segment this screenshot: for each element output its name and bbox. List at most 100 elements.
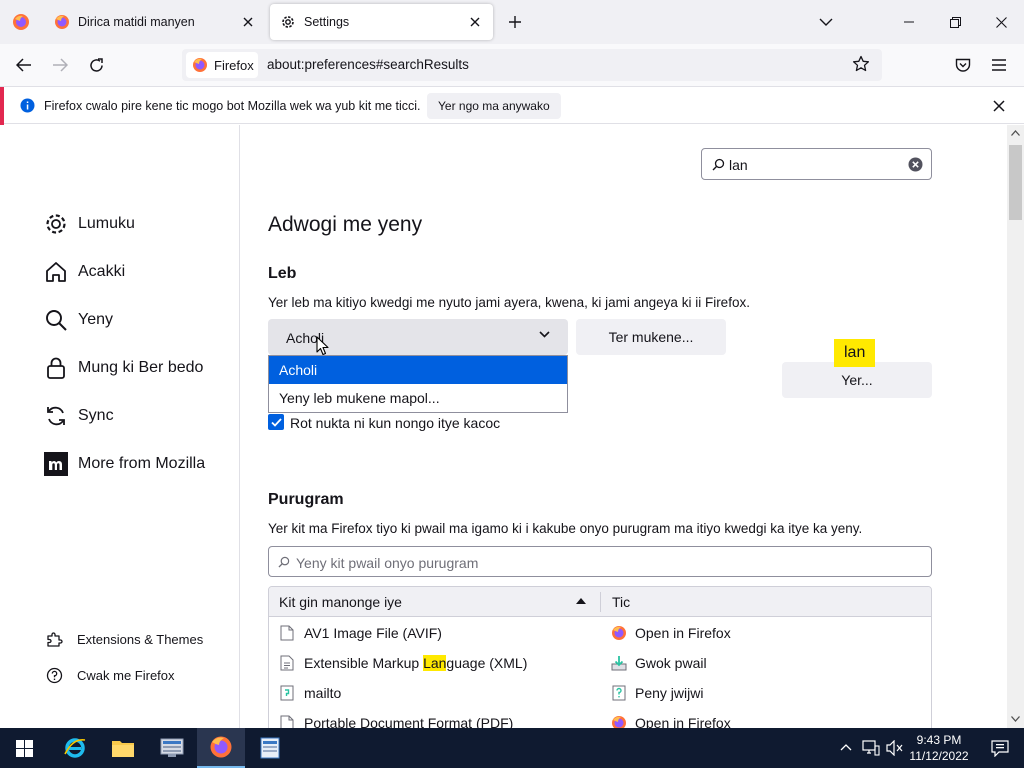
choose-what-i-share-button[interactable]: Yer ngo ma anywako: [427, 93, 561, 119]
search-match-highlight: Lan: [423, 655, 447, 671]
firefox-icon: [13, 14, 29, 30]
tab-label: Settings: [304, 15, 350, 29]
new-tab-button[interactable]: [503, 10, 527, 34]
firefox-icon: [55, 15, 69, 29]
table-header: Kit gin manonge iye Tic: [269, 587, 931, 617]
search-icon: [712, 158, 725, 171]
download-icon: [611, 656, 627, 671]
taskbar-firefox[interactable]: [197, 728, 245, 768]
page-scrollbar[interactable]: [1007, 125, 1024, 728]
applications-filter-input[interactable]: Yeny kit pwail onyo purugram: [268, 546, 932, 577]
taskbar-app[interactable]: [246, 728, 294, 768]
minimize-icon: [904, 21, 914, 23]
action-label: Gwok pwail: [635, 655, 707, 671]
category-sync[interactable]: Sync: [44, 400, 114, 432]
forward-button[interactable]: [46, 51, 74, 79]
firefox-support-link[interactable]: Cwak me Firefox: [46, 663, 175, 687]
applications-filter-placeholder: Yeny kit pwail onyo purugram: [296, 555, 479, 571]
column-header-action[interactable]: Tic: [612, 594, 630, 610]
list-all-tabs-button[interactable]: [814, 10, 838, 34]
set-alternatives-button[interactable]: Ter mukene...: [576, 319, 726, 355]
start-button[interactable]: [0, 728, 48, 768]
gear-icon: [282, 16, 294, 28]
star-icon: [852, 55, 870, 72]
url-bar[interactable]: Firefox about:preferences#searchResults: [182, 49, 882, 81]
identity-box[interactable]: Firefox: [186, 52, 258, 78]
close-tab-button[interactable]: [463, 10, 487, 34]
xml-file-icon: [280, 655, 294, 671]
document-app-icon: [260, 737, 280, 759]
back-button[interactable]: [10, 51, 38, 79]
tab-new-window[interactable]: Dirica matidi manyen: [44, 4, 266, 40]
sort-ascending-icon: [576, 598, 586, 604]
firefox-icon: [612, 716, 626, 728]
column-header-content-type[interactable]: Kit gin manonge iye: [279, 594, 402, 610]
pocket-button[interactable]: [949, 51, 977, 79]
table-row[interactable]: AV1 Image File (AVIF) Open in Firefox: [269, 618, 931, 648]
category-label: Mung ki Ber bedo: [78, 359, 204, 376]
preferences-page: Lumuku Acakki Yeny Mung ki Ber bedo Sync…: [0, 125, 1024, 728]
category-label: Lumuku: [78, 215, 135, 232]
close-window-button[interactable]: [978, 0, 1024, 44]
minimize-button[interactable]: [886, 0, 932, 44]
firefox-view-button[interactable]: [0, 0, 42, 44]
preferences-search-input[interactable]: lan: [701, 148, 932, 180]
search-match-tooltip: lan: [834, 339, 876, 367]
category-search[interactable]: Yeny: [44, 304, 113, 336]
choose-language-button[interactable]: Yer...: [782, 362, 932, 398]
table-row[interactable]: mailto Peny jwijwi: [269, 678, 931, 708]
language-description: Yer leb ma kitiyo kwedgi me nyuto jami a…: [268, 295, 750, 310]
category-more-from-mozilla[interactable]: More from Mozilla: [44, 448, 205, 480]
notification-icon: [991, 739, 1009, 757]
help-icon: [46, 667, 63, 683]
scroll-up-arrow-icon[interactable]: [1011, 130, 1020, 136]
taskbar-clock[interactable]: 9:43 PM 11/12/2022: [906, 732, 972, 764]
action-center-button[interactable]: [976, 728, 1024, 768]
restore-button[interactable]: [932, 0, 978, 44]
tab-strip: Dirica matidi manyen Settings: [0, 0, 1024, 44]
volume-muted-icon[interactable]: [886, 740, 904, 756]
clear-search-button[interactable]: [908, 157, 923, 172]
taskbar-internet-explorer[interactable]: [51, 728, 99, 768]
scroll-down-arrow-icon[interactable]: [1011, 716, 1020, 722]
content-type-label: AV1 Image File (AVIF): [304, 625, 442, 641]
language-option[interactable]: Yeny leb mukene mapol...: [269, 384, 567, 412]
category-privacy[interactable]: Mung ki Ber bedo: [44, 352, 203, 384]
category-general[interactable]: Lumuku: [44, 208, 135, 240]
close-notification-button[interactable]: [988, 95, 1010, 117]
reload-button[interactable]: [82, 51, 110, 79]
applications-heading: Purugram: [268, 491, 344, 508]
spellcheck-checkbox[interactable]: [268, 414, 284, 430]
column-divider: [600, 592, 601, 612]
close-tab-button[interactable]: [236, 10, 260, 34]
taskbar-server-manager[interactable]: [148, 728, 196, 768]
ask-icon: [612, 685, 626, 701]
category-home[interactable]: Acakki: [44, 256, 125, 288]
bookmark-star-button[interactable]: [852, 55, 870, 73]
show-hidden-icons-chevron-icon[interactable]: [840, 743, 852, 751]
table-row[interactable]: Extensible Markup Language (XML) Gwok pw…: [269, 648, 931, 678]
network-icon[interactable]: [862, 740, 880, 756]
puzzle-icon: [47, 631, 63, 647]
taskbar-file-explorer[interactable]: [99, 728, 147, 768]
tab-settings[interactable]: Settings: [270, 4, 493, 40]
close-icon: [995, 16, 1007, 28]
notification-text: Firefox cwalo pire kene tic mogo bot Moz…: [44, 99, 421, 113]
category-label: Sync: [78, 407, 114, 424]
app-menu-button[interactable]: [985, 51, 1013, 79]
content-type-label: Portable Document Format (PDF): [304, 715, 514, 728]
link-label: Cwak me Firefox: [77, 667, 175, 683]
chevron-down-icon: [539, 331, 550, 338]
url-text[interactable]: about:preferences#searchResults: [267, 57, 469, 72]
reload-icon: [89, 57, 103, 72]
language-select[interactable]: Acholi: [268, 319, 568, 355]
notification-accent: [0, 87, 4, 125]
extensions-themes-link[interactable]: Extensions & Themes: [46, 627, 203, 651]
clock-date: 11/12/2022: [909, 749, 969, 763]
spellcheck-label: Rot nukta ni kun nongo itye kacoc: [290, 415, 501, 431]
category-label: Acakki: [78, 263, 126, 280]
scrollbar-thumb[interactable]: [1009, 145, 1022, 220]
home-icon: [46, 262, 66, 282]
language-option[interactable]: Acholi: [269, 356, 567, 384]
table-row[interactable]: Portable Document Format (PDF) Open in F…: [269, 708, 931, 728]
